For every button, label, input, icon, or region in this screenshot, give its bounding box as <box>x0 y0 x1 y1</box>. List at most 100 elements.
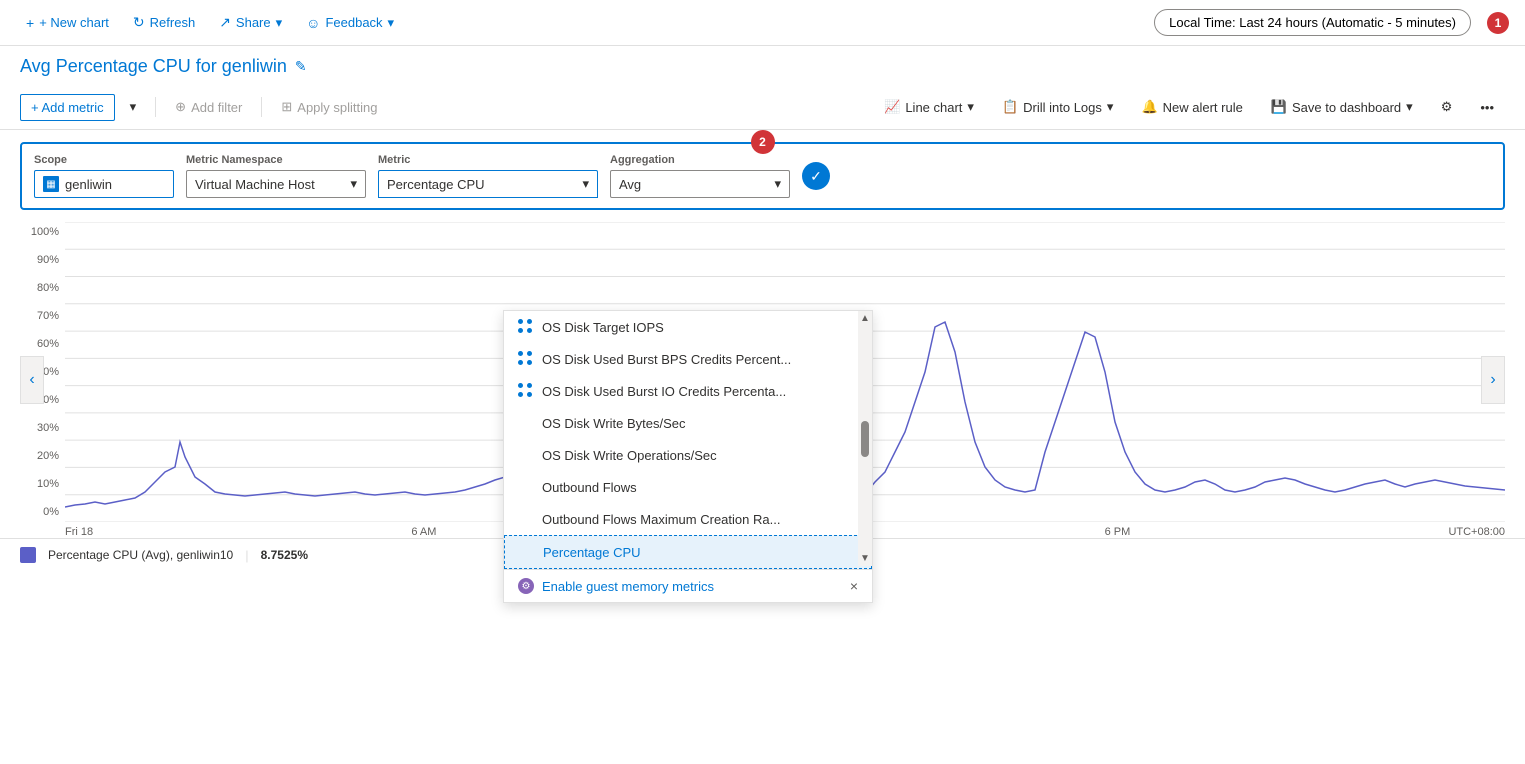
drill-into-logs-button[interactable]: 📋 Drill into Logs ▾ <box>991 93 1124 121</box>
scroll-down-icon[interactable]: ▼ <box>860 553 870 564</box>
legend-color-swatch <box>20 547 36 563</box>
save-icon: 💾 <box>1271 99 1287 115</box>
chart-nav-left[interactable]: ‹ <box>20 356 44 404</box>
metric-label: Metric <box>378 154 598 166</box>
chart-nav-right[interactable]: › <box>1481 356 1505 404</box>
toolbar-divider-1 <box>155 97 156 117</box>
namespace-group: Metric Namespace Virtual Machine Host ▾ <box>186 154 366 198</box>
enable-banner-left: ⚙ Enable guest memory metrics <box>518 578 714 594</box>
toolbar-right: Local Time: Last 24 hours (Automatic - 5… <box>1154 9 1509 36</box>
line-chart-icon: 📈 <box>884 99 900 115</box>
share-chevron-icon: ▾ <box>276 15 283 31</box>
metric-group: Metric Percentage CPU ▾ <box>378 154 598 198</box>
legend-divider: | <box>245 548 248 563</box>
aggregation-label: Aggregation <box>610 154 790 166</box>
namespace-label: Metric Namespace <box>186 154 366 166</box>
line-chart-button[interactable]: 📈 Line chart ▾ <box>873 93 985 121</box>
metric-spacer-5 <box>519 544 535 560</box>
apply-splitting-button[interactable]: ⊞ Apply splitting <box>270 93 388 121</box>
scope-value: genliwin <box>65 177 112 192</box>
namespace-dropdown[interactable]: Virtual Machine Host ▾ <box>186 170 366 198</box>
metric-spacer-4 <box>518 511 534 527</box>
page-title: Avg Percentage CPU for genliwin <box>20 56 287 77</box>
x-label-6am: 6 AM <box>411 526 436 538</box>
enable-banner-text[interactable]: Enable guest memory metrics <box>542 579 714 594</box>
scope-group: Scope ▦ genliwin <box>34 154 174 198</box>
ellipsis-icon: ••• <box>1480 100 1494 115</box>
metric-row: 2 Scope ▦ genliwin Metric Namespace Virt… <box>20 142 1505 210</box>
gear-icon: ⚙ <box>1441 99 1453 115</box>
alert-icon: 🔔 <box>1141 99 1157 115</box>
metric-dropdown[interactable]: Percentage CPU ▾ <box>378 170 598 198</box>
metric-chevron-icon: ▾ <box>582 176 589 192</box>
metric-toolbar-right: 📈 Line chart ▾ 📋 Drill into Logs ▾ 🔔 New… <box>873 93 1505 121</box>
scrollbar[interactable]: ▲ ▼ <box>858 311 872 566</box>
metric-dots-icon-2 <box>518 351 534 367</box>
feedback-chevron-icon: ▾ <box>388 15 395 31</box>
line-chart-chevron-icon: ▾ <box>967 99 974 115</box>
dropdown-item-os-disk-burst-io[interactable]: OS Disk Used Burst IO Credits Percenta..… <box>504 375 872 407</box>
scope-field[interactable]: ▦ genliwin <box>34 170 174 198</box>
metric-dropdown-list: OS Disk Target IOPS OS Disk Used Burst B… <box>503 310 873 603</box>
dropdown-item-os-disk-write-ops[interactable]: OS Disk Write Operations/Sec <box>504 439 872 471</box>
settings-button[interactable]: ⚙ <box>1430 93 1464 121</box>
metric-value: Percentage CPU <box>387 177 485 192</box>
more-options-button[interactable]: ••• <box>1469 94 1505 121</box>
new-alert-rule-button[interactable]: 🔔 New alert rule <box>1130 93 1253 121</box>
scope-label: Scope <box>34 154 174 166</box>
x-label-fri18: Fri 18 <box>65 526 93 538</box>
add-filter-button[interactable]: ⊕ Add filter <box>164 93 253 121</box>
dropdown-item-percentage-cpu[interactable]: Percentage CPU <box>504 535 872 569</box>
aggregation-dropdown[interactable]: Avg ▾ <box>610 170 790 198</box>
metric-spacer-2 <box>518 447 534 463</box>
feedback-button[interactable]: ☺ Feedback ▾ <box>296 9 404 37</box>
metric-dots-icon <box>518 319 534 335</box>
scroll-up-icon[interactable]: ▲ <box>860 313 870 324</box>
save-chevron-icon: ▾ <box>1406 99 1413 115</box>
metric-spacer-1 <box>518 415 534 431</box>
title-prefix: Avg Percentage CPU for <box>20 56 217 76</box>
add-metric-button[interactable]: + Add metric <box>20 94 115 121</box>
edit-title-icon[interactable]: ✎ <box>295 58 307 75</box>
enable-guest-memory-banner: ⚙ Enable guest memory metrics × <box>504 569 872 602</box>
save-to-dashboard-button[interactable]: 💾 Save to dashboard ▾ <box>1260 93 1424 121</box>
metric-dots-icon-3 <box>518 383 534 399</box>
dropdown-item-outbound-flows-max[interactable]: Outbound Flows Maximum Creation Ra... <box>504 503 872 535</box>
toolbar-left: + + New chart ↻ Refresh ↗ Share ▾ ☺ Feed… <box>16 8 404 37</box>
metric-spacer-3 <box>518 479 534 495</box>
dropdown-item-os-disk-burst-bps[interactable]: OS Disk Used Burst BPS Credits Percent..… <box>504 343 872 375</box>
share-button[interactable]: ↗ Share ▾ <box>209 8 292 37</box>
plus-icon: + <box>26 15 34 31</box>
top-toolbar: + + New chart ↻ Refresh ↗ Share ▾ ☺ Feed… <box>0 0 1525 46</box>
title-resource: genliwin <box>222 56 287 76</box>
time-range-selector[interactable]: Local Time: Last 24 hours (Automatic - 5… <box>1154 9 1471 36</box>
notification-badge[interactable]: 1 <box>1487 12 1509 34</box>
scope-icon: ▦ <box>43 176 59 192</box>
page-title-bar: Avg Percentage CPU for genliwin ✎ <box>0 46 1525 85</box>
legend-value: 8.7525% <box>261 548 308 562</box>
metric-toolbar-left: + Add metric ▾ ⊕ Add filter ⊞ Apply spli… <box>20 93 389 121</box>
x-label-6pm: 6 PM <box>1105 526 1131 538</box>
dropdown-item-os-disk-target-iops[interactable]: OS Disk Target IOPS <box>504 311 872 343</box>
legend-label: Percentage CPU (Avg), genliwin10 <box>48 548 233 562</box>
drill-logs-chevron-icon: ▾ <box>1107 99 1114 115</box>
enable-icon: ⚙ <box>518 578 534 594</box>
add-metric-chevron[interactable]: ▾ <box>119 93 148 121</box>
step-badge: 2 <box>751 130 775 154</box>
dropdown-item-os-disk-write-bytes[interactable]: OS Disk Write Bytes/Sec <box>504 407 872 439</box>
namespace-value: Virtual Machine Host <box>195 177 315 192</box>
dropdown-item-outbound-flows[interactable]: Outbound Flows <box>504 471 872 503</box>
refresh-button[interactable]: ↻ Refresh <box>123 8 205 37</box>
utc-label: UTC+08:00 <box>1448 526 1505 538</box>
aggregation-value: Avg <box>619 177 641 192</box>
metric-toolbar: + Add metric ▾ ⊕ Add filter ⊞ Apply spli… <box>0 85 1525 130</box>
share-icon: ↗ <box>219 14 231 31</box>
aggregation-group: Aggregation Avg ▾ <box>610 154 790 198</box>
splitting-icon: ⊞ <box>281 99 292 115</box>
toolbar-divider-2 <box>261 97 262 117</box>
close-banner-button[interactable]: × <box>850 578 858 594</box>
new-chart-button[interactable]: + + New chart <box>16 9 119 37</box>
dropdown-scrollable: OS Disk Target IOPS OS Disk Used Burst B… <box>504 311 872 569</box>
scroll-thumb <box>861 421 869 457</box>
confirm-metric-button[interactable]: ✓ <box>802 162 830 190</box>
